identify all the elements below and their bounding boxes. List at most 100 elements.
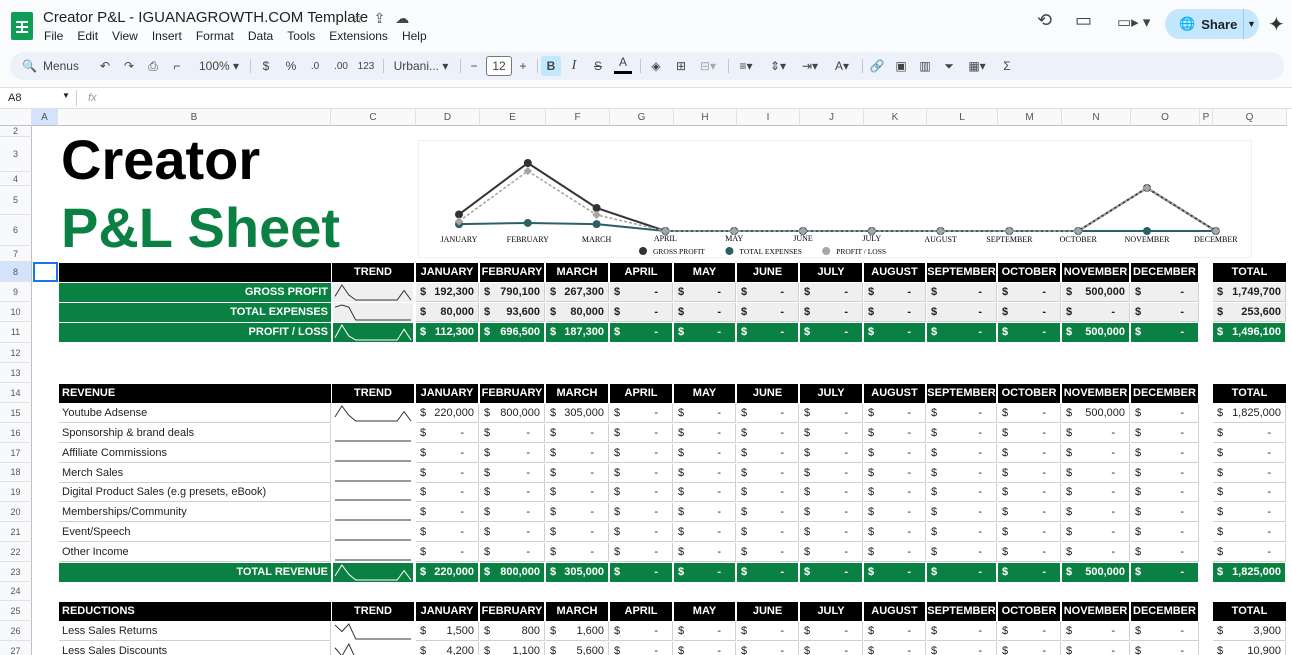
row-header-9[interactable]: 9 xyxy=(0,282,32,302)
total-cell[interactable]: $1,496,100 xyxy=(1213,323,1286,342)
value-cell[interactable]: $ - xyxy=(737,523,799,542)
value-cell[interactable]: $ - xyxy=(864,283,926,302)
name-box[interactable]: A8 xyxy=(8,92,21,104)
value-cell[interactable]: $ - xyxy=(416,523,479,542)
value-cell[interactable]: $ - xyxy=(927,503,997,522)
value-cell[interactable]: $ - xyxy=(927,622,997,641)
column-header-c[interactable]: C xyxy=(331,109,416,126)
value-cell[interactable]: $ - xyxy=(927,283,997,302)
value-cell[interactable]: $ - xyxy=(864,642,926,655)
value-cell[interactable]: $ - xyxy=(737,323,799,342)
pl-line-chart[interactable]: JANUARY FEBRUARY MARCH APRIL MAY JUNE JULY AUGU… xyxy=(418,140,1252,258)
value-cell[interactable]: $ - xyxy=(416,543,479,562)
vertical-align-icon[interactable]: ⇕▾ xyxy=(766,52,790,80)
value-cell[interactable]: $500,000 xyxy=(1062,563,1130,582)
row-header-24[interactable]: 24 xyxy=(0,582,32,601)
row-header-7[interactable]: 7 xyxy=(0,246,32,262)
value-cell[interactable]: $ - xyxy=(800,464,863,483)
column-header-h[interactable]: H xyxy=(674,109,737,126)
value-cell[interactable]: $ - xyxy=(1062,444,1130,463)
value-cell[interactable]: $ - xyxy=(864,523,926,542)
row-header-4[interactable]: 4 xyxy=(0,172,32,186)
menu-data[interactable]: Data xyxy=(248,29,273,43)
link-icon[interactable]: 🔗 xyxy=(868,52,886,80)
value-cell[interactable]: $ - xyxy=(480,503,545,522)
total-cell[interactable]: $ - xyxy=(1213,424,1286,443)
value-cell[interactable]: $ - xyxy=(927,303,997,322)
menus-search[interactable]: 🔍 Menus xyxy=(22,52,92,80)
redo-icon[interactable]: ↷ xyxy=(120,52,138,80)
value-cell[interactable]: $305,000 xyxy=(546,404,609,423)
series-line-gross-profit[interactable] xyxy=(458,161,1217,232)
menu-edit[interactable]: Edit xyxy=(77,29,98,43)
value-cell[interactable]: $ - xyxy=(998,424,1061,443)
chart-icon[interactable]: ▥ xyxy=(916,52,934,80)
value-cell[interactable]: $ - xyxy=(674,444,736,463)
value-cell[interactable]: $ - xyxy=(416,483,479,502)
value-cell[interactable]: $ - xyxy=(480,483,545,502)
text-color-button[interactable]: A xyxy=(614,52,632,74)
value-cell[interactable]: $80,000 xyxy=(546,303,609,322)
bold-button[interactable]: B xyxy=(541,56,561,76)
value-cell[interactable]: $ - xyxy=(416,503,479,522)
value-cell[interactable]: $ - xyxy=(864,503,926,522)
value-cell[interactable]: $ - xyxy=(1131,404,1199,423)
value-cell[interactable]: $ - xyxy=(674,642,736,655)
value-cell[interactable]: $ - xyxy=(610,483,673,502)
value-cell[interactable]: $ - xyxy=(998,283,1061,302)
value-cell[interactable]: $220,000 xyxy=(416,563,479,582)
value-cell[interactable]: $ - xyxy=(1131,543,1199,562)
value-cell[interactable]: $ - xyxy=(927,464,997,483)
value-cell[interactable]: $ - xyxy=(737,404,799,423)
total-cell[interactable]: $ - xyxy=(1213,543,1286,562)
value-cell[interactable]: $ - xyxy=(610,323,673,342)
value-cell[interactable]: $500,000 xyxy=(1062,283,1130,302)
filter-icon[interactable]: ⏷ xyxy=(940,52,958,80)
undo-icon[interactable]: ↶ xyxy=(96,52,114,80)
value-cell[interactable]: $ - xyxy=(800,523,863,542)
row-header-6[interactable]: 6 xyxy=(0,215,32,246)
value-cell[interactable]: $ - xyxy=(674,563,736,582)
value-cell[interactable]: $1,500 xyxy=(416,622,479,641)
value-cell[interactable]: $ - xyxy=(1131,503,1199,522)
value-cell[interactable]: $ - xyxy=(800,642,863,655)
value-cell[interactable]: $ - xyxy=(927,563,997,582)
value-cell[interactable]: $ - xyxy=(927,483,997,502)
value-cell[interactable]: $ - xyxy=(546,543,609,562)
value-cell[interactable]: $112,300 xyxy=(416,323,479,342)
value-cell[interactable]: $ - xyxy=(674,464,736,483)
value-cell[interactable]: $ - xyxy=(610,404,673,423)
value-cell[interactable]: $500,000 xyxy=(1062,323,1130,342)
value-cell[interactable]: $ - xyxy=(998,404,1061,423)
value-cell[interactable]: $ - xyxy=(737,563,799,582)
value-cell[interactable]: $80,000 xyxy=(416,303,479,322)
comments-icon[interactable]: ▭ xyxy=(1075,10,1092,31)
functions-icon[interactable]: Σ xyxy=(998,52,1016,80)
value-cell[interactable]: $ - xyxy=(674,543,736,562)
value-cell[interactable]: $ - xyxy=(864,303,926,322)
column-header-l[interactable]: L xyxy=(927,109,998,126)
column-header-n[interactable]: N xyxy=(1062,109,1131,126)
value-cell[interactable]: $93,600 xyxy=(480,303,545,322)
formula-input[interactable] xyxy=(110,92,1280,106)
value-cell[interactable]: $220,000 xyxy=(416,404,479,423)
row-header-8[interactable]: 8 xyxy=(0,262,32,282)
value-cell[interactable]: $ - xyxy=(1062,303,1130,322)
value-cell[interactable]: $ - xyxy=(674,503,736,522)
value-cell[interactable]: $ - xyxy=(1062,464,1130,483)
value-cell[interactable]: $ - xyxy=(864,563,926,582)
value-cell[interactable]: $ - xyxy=(1062,483,1130,502)
comment-icon[interactable]: ▣ xyxy=(892,52,910,80)
zoom-select[interactable]: 100% ▾ xyxy=(194,52,244,80)
row-header-25[interactable]: 25 xyxy=(0,601,32,621)
total-cell[interactable]: $10,900 xyxy=(1213,642,1286,655)
total-cell[interactable]: $1,749,700 xyxy=(1213,283,1286,302)
value-cell[interactable]: $ - xyxy=(546,503,609,522)
value-cell[interactable]: $ - xyxy=(737,622,799,641)
print-icon[interactable]: ⎙ xyxy=(144,52,162,80)
value-cell[interactable]: $790,100 xyxy=(480,283,545,302)
value-cell[interactable]: $ - xyxy=(674,483,736,502)
column-header-i[interactable]: I xyxy=(737,109,800,126)
increase-font-icon[interactable]: + xyxy=(516,52,530,80)
value-cell[interactable]: $ - xyxy=(927,523,997,542)
